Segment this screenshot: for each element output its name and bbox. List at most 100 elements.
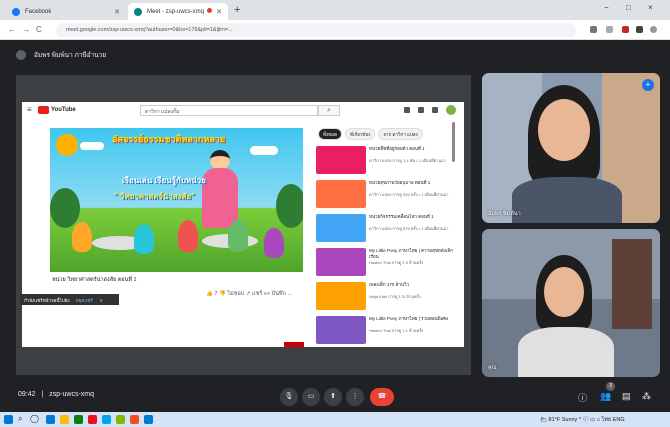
tree-decoration	[50, 188, 80, 228]
kid-figure	[264, 228, 284, 258]
video-player[interactable]: อัศจรรย์ธรรมชาติหลากหลาย เรียนเล่น เรียน…	[50, 128, 303, 272]
camera-button[interactable]: ▭	[302, 388, 320, 406]
minimize-button[interactable]: −	[604, 3, 609, 12]
chip-related[interactable]: ที่เกี่ยวข้อง	[345, 128, 376, 140]
tree-decoration	[276, 184, 303, 228]
chip-all[interactable]: ทั้งหมด	[318, 128, 343, 140]
youtube-play-icon	[38, 106, 49, 114]
task-view-icon[interactable]: ◯	[30, 414, 39, 423]
list-item[interactable]: My Little Pony ภาษาไทย | รวมตอนพิเศษ Has…	[316, 316, 462, 346]
profile-avatar[interactable]	[650, 26, 657, 33]
video-caption: หน่วย วิทยาศาสตร์น่าสงสัย ตอนที่ 1	[52, 277, 137, 283]
video-thumbnail	[316, 146, 366, 174]
rec-title: เพลงเด็ก 170 ล้านวิว	[369, 282, 410, 287]
close-icon[interactable]: ✕	[114, 8, 120, 16]
new-tab-button[interactable]: +	[234, 4, 240, 16]
search-icon[interactable]: ⌕	[318, 105, 340, 116]
cloud-decoration	[80, 142, 104, 150]
mail-icon[interactable]	[88, 415, 97, 424]
youtube-logo[interactable]: YouTube	[38, 106, 76, 114]
youtube-header: ≡ YouTube ดาวิกา แปลงกั้ม ⌕	[22, 102, 464, 118]
app-icon[interactable]	[130, 415, 139, 424]
app-icon[interactable]	[144, 415, 153, 424]
address-bar: ← → C meet.google.com/zsp-uwcs-xmq?authu…	[0, 20, 670, 40]
kid-figure	[134, 224, 154, 254]
kid-figure	[72, 222, 92, 252]
avatar[interactable]	[446, 105, 456, 115]
store-icon[interactable]	[74, 415, 83, 424]
share-icon[interactable]	[606, 26, 613, 33]
teacher-head	[210, 150, 230, 170]
close-icon[interactable]: ×	[100, 298, 103, 303]
more-options-button[interactable]: ⋮	[346, 388, 364, 406]
rec-title: My Little Pony ภาษาไทย | รวมตอนพิเศษ	[369, 316, 448, 321]
tile-menu-icon[interactable]: +	[642, 79, 654, 91]
system-tray[interactable]: 🌥 81°F Sunny ^ ⓘ ▭ ⌂ ไทย ENG	[540, 415, 625, 424]
puzzle-icon[interactable]	[636, 26, 643, 33]
participant-body	[518, 327, 614, 377]
presenter-label: อัมพร พิมพ์นา ภาษีอำนวย	[34, 51, 107, 59]
tab-meet[interactable]: Meet - zsp-uwcs-xmq ✕	[128, 3, 228, 20]
chat-icon[interactable]: ▤	[622, 391, 631, 402]
video-actions[interactable]: 👍 7 👎 ไม่ชอบ ↗ แชร์ ≡+ บันทึก ...	[206, 290, 292, 298]
stop-sharing-link[interactable]: หยุดแชร์	[76, 298, 93, 303]
microphone-button[interactable]: 🎙	[280, 388, 298, 406]
url-field[interactable]: meet.google.com/zsp-uwcs-xmq?authuser=0&…	[56, 23, 576, 37]
forward-icon[interactable]: →	[22, 25, 30, 34]
list-item[interactable]: เพลงเด็ก 170 ล้านวิว Ninja Kids การดู 17…	[316, 282, 462, 312]
video-title-line1: อัศจรรย์ธรรมชาติหลากหลาย	[112, 134, 226, 144]
reload-icon[interactable]: C	[36, 25, 42, 34]
close-icon[interactable]: ✕	[216, 8, 222, 16]
file-explorer-icon[interactable]	[60, 415, 69, 424]
participant-name: อัมพร พิมพ์นา	[488, 211, 521, 217]
bell-icon[interactable]	[432, 107, 438, 113]
back-icon[interactable]: ←	[8, 25, 16, 34]
tab-facebook[interactable]: Facebook ✕	[6, 3, 126, 20]
kid-figure	[178, 220, 198, 252]
people-icon[interactable]: 👥	[600, 391, 611, 402]
participant-face	[538, 99, 590, 161]
list-item[interactable]: หน่วยพืชที่อยู่รอบตัว ตอนที่ 1 ดาวิกา แป…	[316, 146, 462, 176]
participant-name: คุณ	[488, 365, 497, 371]
chip-channel[interactable]: จาก ดาวิกา แปลง	[378, 128, 423, 140]
edge-icon[interactable]	[46, 415, 55, 424]
rec-title: หน่วยพืชที่อยู่รอบตัว ตอนที่ 1	[369, 146, 425, 151]
end-call-button[interactable]: ☎	[370, 388, 394, 406]
browser-tabbar: Facebook ✕ Meet - zsp-uwcs-xmq ✕ + − □ ×	[0, 0, 670, 20]
extension-icon[interactable]	[622, 26, 629, 33]
participant-tile-1[interactable]: + อัมพร พิมพ์นา	[482, 73, 660, 223]
meeting-code: zsp-uwcs-xmq	[49, 391, 94, 398]
rec-title: My Little Pony ภาษาไทย | ความสุขหลังเลิก…	[369, 248, 453, 259]
camera-icon[interactable]	[590, 26, 597, 33]
list-item[interactable]: หน่วยสุขภาพวัยอนุบาล ตอนที่ 1 ดาวิกา แปล…	[316, 180, 462, 210]
close-window-button[interactable]: ×	[648, 3, 653, 12]
video-thumbnail	[316, 282, 366, 310]
youtube-search-input[interactable]: ดาวิกา แปลงกั้ม	[140, 105, 318, 116]
menu-icon[interactable]: ≡	[27, 105, 32, 114]
app-icon[interactable]	[102, 415, 111, 424]
subscribe-button[interactable]	[284, 342, 304, 347]
tab-label: Facebook	[25, 8, 52, 15]
video-thumbnail	[316, 180, 366, 208]
maximize-button[interactable]: □	[626, 3, 631, 12]
start-icon[interactable]	[4, 415, 13, 424]
participant-tile-2[interactable]: คุณ	[482, 229, 660, 377]
sharing-notice: กำลังแชร์หน้าจอนี้ไปยัง หยุดแชร์ ×	[20, 294, 119, 305]
info-icon[interactable]: ⓘ	[578, 391, 587, 404]
list-item[interactable]: หน่วยกิจกรรมเคลื่อนไหว ตอนที่ 1 ดาวิกา แ…	[316, 214, 462, 244]
apps-icon[interactable]	[418, 107, 424, 113]
tab-label: Meet - zsp-uwcs-xmq	[147, 8, 205, 15]
video-thumbnail	[316, 248, 366, 276]
activities-icon[interactable]: ⁂	[642, 391, 651, 402]
meeting-time: 09:42	[18, 391, 36, 398]
sharing-notice-text: กำลังแชร์หน้าจอนี้ไปยัง	[24, 298, 70, 303]
present-button[interactable]: ⬆	[324, 388, 342, 406]
cloud-decoration	[250, 146, 278, 155]
recording-dot-icon	[207, 8, 212, 13]
search-icon[interactable]: ⌕	[18, 414, 22, 424]
list-item[interactable]: My Little Pony ภาษาไทย | ความสุขหลังเลิก…	[316, 248, 462, 278]
scrollbar[interactable]	[452, 122, 455, 162]
rec-channel: ดาวิกา แปลง การดู 1.4 พัน • 1 เดือนที่ผ่…	[369, 158, 446, 163]
create-video-icon[interactable]	[404, 107, 410, 113]
chrome-icon[interactable]	[116, 415, 125, 424]
